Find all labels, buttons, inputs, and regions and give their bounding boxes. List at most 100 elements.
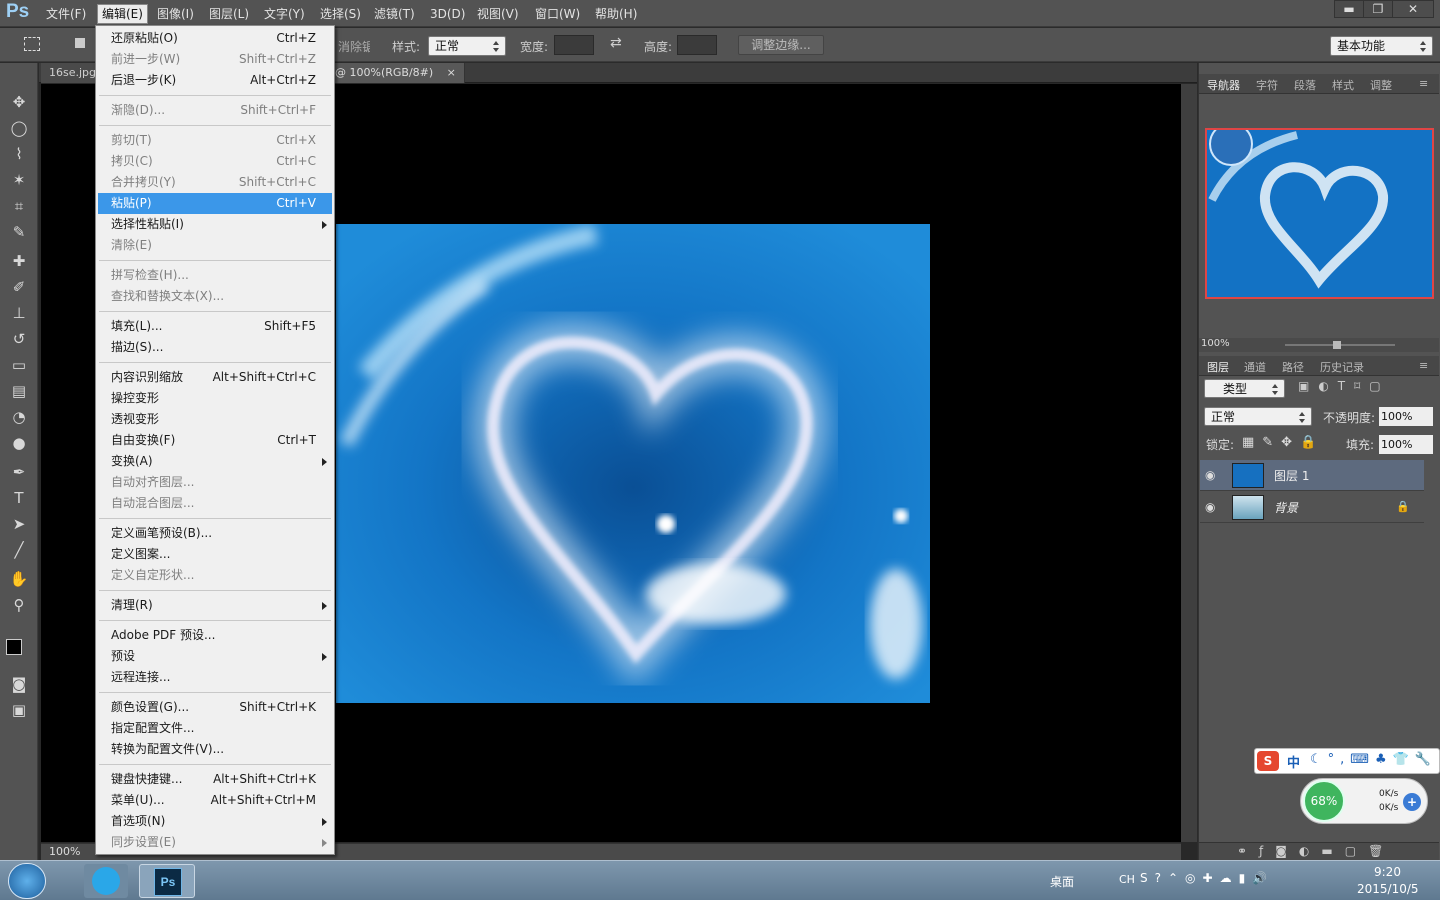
height-field[interactable] [677,35,717,55]
brush-icon[interactable]: ✐ [7,276,31,298]
memory-percent[interactable]: 68% [1303,780,1345,822]
type-icon[interactable]: T [7,487,31,509]
lock-icons[interactable]: ▦✎✥🔒 [1242,435,1324,450]
edit-menu-item[interactable]: 远程连接... [98,667,332,688]
panel-menu-icon[interactable]: ≡ [1419,77,1428,90]
doc-tab-active[interactable]: @ 100%(RGB/8#) × [325,63,465,83]
boost-plus-icon[interactable]: + [1403,793,1421,811]
ime-mode[interactable]: 中 [1287,752,1300,771]
stamp-icon[interactable]: ⊥ [7,302,31,324]
dodge-icon[interactable]: ● [7,432,31,454]
fill-field[interactable]: 100% [1379,435,1433,454]
tab-layers[interactable]: 图层 [1207,359,1229,375]
move-icon[interactable]: ✥ [7,91,31,113]
layer-row-layer1[interactable]: ◉ 图层 1 [1200,460,1424,491]
menu-file[interactable]: 文件(F) [42,4,90,24]
ellipse-marquee-icon[interactable]: ◯ [7,117,31,139]
edit-menu-item[interactable]: 操控变形 [98,388,332,409]
width-field[interactable] [554,35,594,55]
swap-icon[interactable]: ⇄ [610,35,622,51]
quick-mask-icon[interactable]: ◙ [7,673,31,695]
zoom-icon[interactable]: ⚲ [7,594,31,616]
edit-menu-item[interactable]: 定义图案... [98,544,332,565]
edit-menu-item[interactable]: 后退一步(K) Alt+Ctrl+Z [98,70,332,91]
close-tab-icon[interactable]: × [447,66,456,79]
ime-tool-icons[interactable]: ☾°,⌨♣👕🔧 [1310,752,1437,767]
vertical-scrollbar[interactable] [1181,84,1197,842]
layer-filter-select[interactable]: 类型 [1204,379,1285,398]
history-brush-icon[interactable]: ↺ [7,328,31,350]
blend-mode-select[interactable]: 正常 [1204,407,1312,426]
navigator-slider-thumb[interactable] [1333,341,1341,349]
healing-brush-icon[interactable]: ✚ [7,250,31,272]
visibility-eye-icon[interactable]: ◉ [1205,501,1221,513]
edit-menu-item[interactable]: 菜单(U)... Alt+Shift+Ctrl+M [98,790,332,811]
tab-adjustments[interactable]: 调整 [1370,77,1392,93]
new-selection-icon[interactable] [75,38,85,48]
tab-paragraph[interactable]: 段落 [1294,77,1316,93]
edit-menu-item[interactable]: 选择性粘贴(I) [98,214,332,235]
blur-icon[interactable]: ◔ [7,406,31,428]
menu-3d[interactable]: 3D(D) [426,4,469,24]
marquee-tool-icon[interactable] [24,37,40,51]
workspace-select[interactable]: 基本功能 [1330,36,1433,56]
screen-mode-icon[interactable]: ▣ [7,699,31,721]
menu-edit[interactable]: 编辑(E) [97,4,148,24]
edit-menu-item[interactable]: 指定配置文件... [98,718,332,739]
refine-edge-button[interactable]: 调整边缘... [738,35,824,55]
navigator-thumbnail[interactable] [1205,128,1434,299]
crop-icon[interactable]: ⌗ [7,195,31,217]
close-button[interactable]: ✕ [1392,0,1434,18]
tray-icons[interactable]: S?⌃◎✚☁▮🔊 [1140,871,1274,885]
minimize-button[interactable]: ▬ [1334,0,1364,18]
edit-menu-item[interactable]: 颜色设置(G)... Shift+Ctrl+K [98,697,332,718]
edit-menu-item[interactable]: 还原粘贴(O) Ctrl+Z [98,28,332,49]
magic-wand-icon[interactable]: ✶ [7,169,31,191]
taskbar-app-photoshop[interactable]: Ps [139,864,195,898]
menu-type[interactable]: 文字(Y) [260,4,309,24]
menu-help[interactable]: 帮助(H) [591,4,641,24]
clock-date[interactable]: 2015/10/5 [1357,882,1419,896]
menu-layer[interactable]: 图层(L) [205,4,253,24]
layer-row-background[interactable]: ◉ 背景 🔒 [1200,492,1424,523]
edit-menu-item[interactable]: 自由变换(F) Ctrl+T [98,430,332,451]
hand-icon[interactable]: ✋ [7,568,31,590]
menu-image[interactable]: 图像(I) [153,4,198,24]
sogou-icon[interactable]: S [1257,751,1279,771]
line-icon[interactable]: ╱ [7,539,31,561]
edit-menu-item[interactable]: 键盘快捷键... Alt+Shift+Ctrl+K [98,769,332,790]
path-select-icon[interactable]: ➤ [7,513,31,535]
tab-paths[interactable]: 路径 [1282,359,1304,375]
edit-menu-item[interactable]: 首选项(N) [98,811,332,832]
edit-menu-item[interactable]: 预设 [98,646,332,667]
pen-icon[interactable]: ✒ [7,461,31,483]
edit-menu-item[interactable]: 填充(L)... Shift+F5 [98,316,332,337]
visibility-eye-icon[interactable]: ◉ [1205,469,1221,481]
edit-menu-item[interactable]: 定义画笔预设(B)... [98,523,332,544]
edit-menu-item[interactable]: 转换为配置文件(V)... [98,739,332,760]
edit-menu-item[interactable]: 清理(R) [98,595,332,616]
restore-button[interactable]: ❐ [1363,0,1393,18]
layers-footer-icons[interactable]: ⚭ƒ◙◐▬▢🗑 [1237,844,1395,858]
tab-history[interactable]: 历史记录 [1320,359,1364,375]
eyedropper-icon[interactable]: ✎ [7,221,31,243]
start-button[interactable] [8,863,46,899]
edit-menu-item[interactable]: 变换(A) [98,451,332,472]
tab-styles[interactable]: 样式 [1332,77,1354,93]
input-language[interactable]: CH [1119,873,1135,886]
style-select[interactable]: 正常 [428,36,506,56]
foreground-color-swatch[interactable] [6,639,22,655]
desktop-toolbar-label[interactable]: 桌面 [1050,873,1074,890]
lasso-icon[interactable]: ⌇ [7,143,31,165]
tab-channels[interactable]: 通道 [1244,359,1266,375]
gradient-icon[interactable]: ▤ [7,380,31,402]
taskbar-app-browser[interactable] [84,864,128,898]
layers-menu-icon[interactable]: ≡ [1419,359,1428,372]
edit-menu-item[interactable]: 粘贴(P) Ctrl+V [98,193,332,214]
opacity-field[interactable]: 100% [1379,407,1433,426]
tab-navigator[interactable]: 导航器 [1207,77,1240,93]
edit-menu-item[interactable]: 透视变形 [98,409,332,430]
menu-window[interactable]: 窗口(W) [531,4,584,24]
edit-menu-item[interactable]: Adobe PDF 预设... [98,625,332,646]
edit-menu-item[interactable]: 描边(S)... [98,337,332,358]
